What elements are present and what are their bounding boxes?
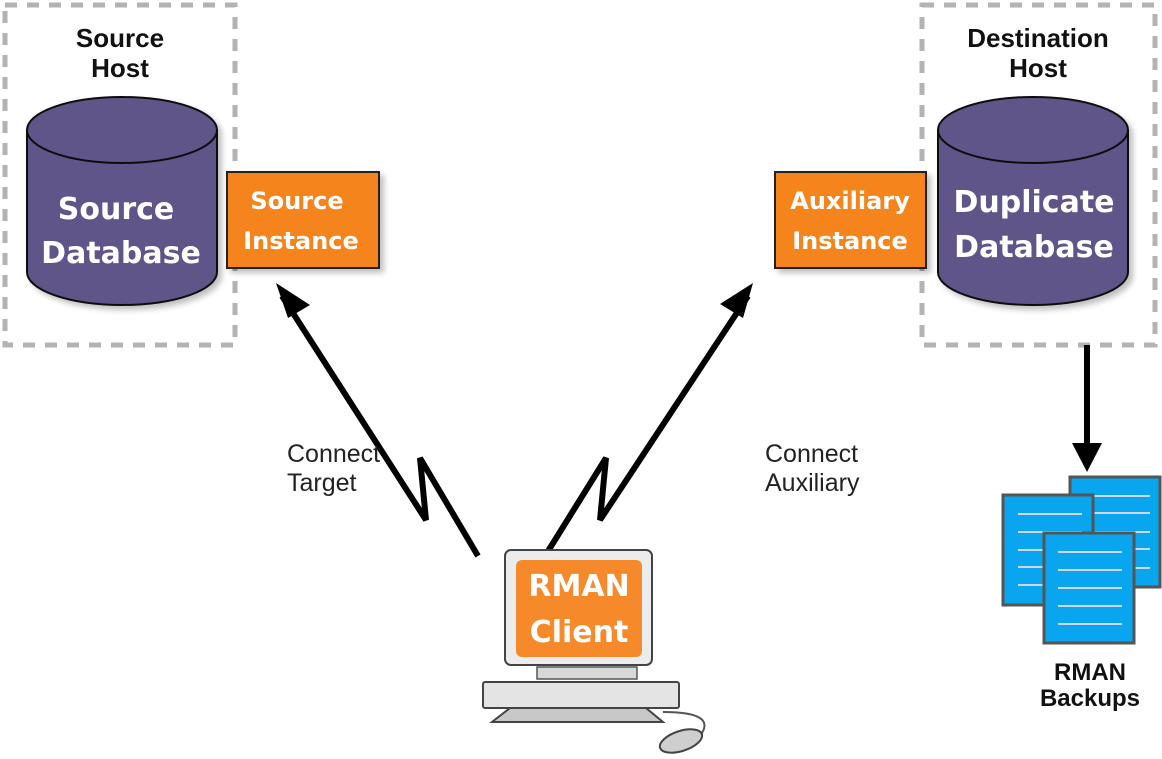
source-instance-label-1: Source [250, 187, 343, 215]
source-host-label-1: Source [76, 23, 164, 53]
auxiliary-instance-label-2: Instance [792, 227, 908, 255]
destination-host-label-2: Host [1009, 53, 1067, 83]
duplicate-database-label-1: Duplicate [953, 185, 1114, 220]
connect-target-label-2: Target [287, 469, 357, 497]
source-database-label-2: Database [41, 236, 201, 271]
destination-host-label-1: Destination [967, 23, 1109, 53]
connect-target-label-1: Connect [287, 440, 380, 468]
source-host-label-2: Host [91, 53, 149, 83]
connect-target-arrow [276, 283, 481, 558]
backup-arrow [1072, 345, 1102, 472]
duplicate-database-label-2: Database [954, 230, 1114, 265]
source-instance-label-2: Instance [243, 227, 359, 255]
connect-auxiliary-label-1: Connect [765, 440, 858, 468]
rman-backups-label-2: Backups [1040, 685, 1140, 712]
rman-client-label-2: Client [530, 615, 629, 650]
connect-auxiliary-label-2: Auxiliary [765, 469, 860, 497]
source-database-label-1: Source [58, 192, 175, 227]
rman-backups-icon[interactable] [1001, 475, 1162, 645]
auxiliary-instance-label-1: Auxiliary [790, 187, 910, 215]
backup-page-front [1042, 531, 1136, 645]
rman-duplicate-diagram: Source Host Source Database Source Insta… [2, 2, 1162, 754]
rman-backups-label-1: RMAN [1054, 659, 1126, 686]
rman-client-label-1: RMAN [528, 569, 629, 604]
connect-auxiliary-arrow [542, 283, 753, 558]
